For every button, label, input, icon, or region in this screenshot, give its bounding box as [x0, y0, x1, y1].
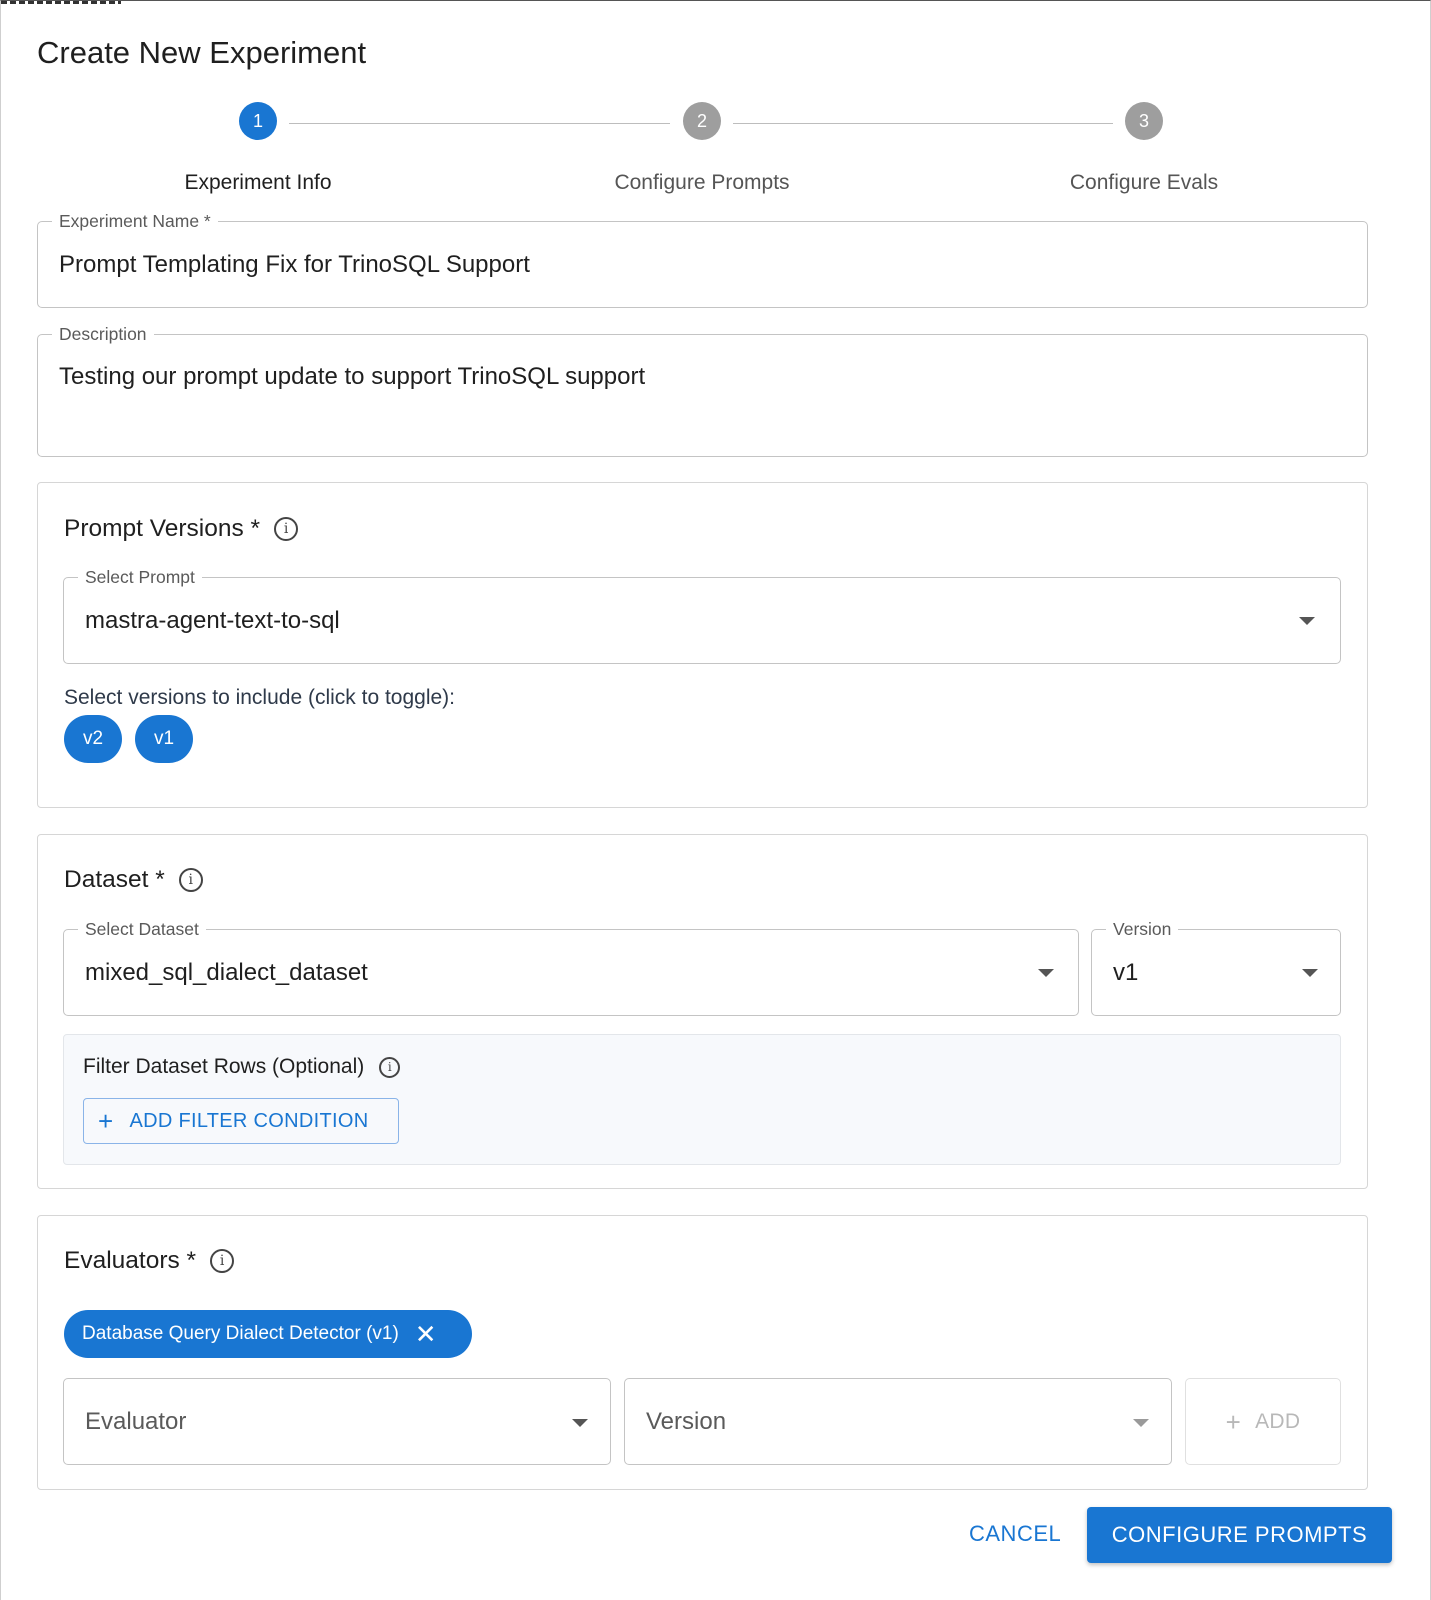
- description-value: Testing our prompt update to support Tri…: [59, 363, 646, 390]
- chevron-down-icon: [1133, 1419, 1149, 1427]
- selected-dataset-value: mixed_sql_dialect_dataset: [85, 959, 368, 986]
- dialog-title: Create New Experiment: [37, 35, 367, 70]
- version-chip-v2[interactable]: v2: [64, 715, 122, 763]
- step-3-label: Configure Evals: [1069, 171, 1219, 194]
- evaluator-version-placeholder: Version: [646, 1408, 727, 1435]
- select-prompt-dropdown[interactable]: Select Prompt mastra-agent-text-to-sql: [63, 566, 1341, 664]
- description-field[interactable]: Description Testing our prompt update to…: [37, 323, 1368, 457]
- evaluator-version-dropdown[interactable]: Version: [624, 1378, 1172, 1465]
- step-2-label: Configure Prompts: [614, 171, 790, 194]
- evaluators-section: Evaluators * i Database Query Dialect De…: [37, 1215, 1368, 1490]
- filter-title-text: Filter Dataset Rows (Optional): [83, 1055, 365, 1078]
- step-connector-1: [289, 123, 670, 124]
- plus-icon: +: [1225, 1406, 1242, 1437]
- dataset-section: Dataset * i Select Dataset mixed_sql_dia…: [37, 834, 1368, 1189]
- evaluators-title: Evaluators * i: [64, 1247, 235, 1275]
- add-evaluator-label: ADD: [1255, 1409, 1301, 1433]
- chevron-down-icon: [1302, 969, 1318, 977]
- dataset-title-text: Dataset *: [64, 866, 165, 893]
- step-connector-2: [733, 123, 1113, 124]
- selected-prompt-value: mastra-agent-text-to-sql: [85, 607, 340, 634]
- info-icon[interactable]: i: [178, 868, 203, 892]
- configure-prompts-button[interactable]: CONFIGURE PROMPTS: [1087, 1507, 1392, 1563]
- evaluator-dropdown[interactable]: Evaluator: [63, 1378, 611, 1465]
- plus-icon: +: [98, 1106, 114, 1136]
- step-2-circle[interactable]: 2: [683, 102, 721, 140]
- prompt-versions-title: Prompt Versions * i: [64, 515, 299, 543]
- prompt-versions-section: Prompt Versions * i Select Prompt mastra…: [37, 482, 1368, 808]
- versions-helper-text: Select versions to include (click to tog…: [64, 686, 456, 709]
- dataset-title: Dataset * i: [64, 866, 203, 894]
- add-filter-condition-button[interactable]: + ADD FILTER CONDITION: [83, 1098, 399, 1144]
- dataset-version-label: Version: [1106, 918, 1179, 940]
- version-chip-v1[interactable]: v1: [135, 715, 193, 763]
- info-icon[interactable]: i: [379, 1056, 401, 1078]
- step-1-circle[interactable]: 1: [239, 102, 277, 140]
- chevron-down-icon: [1299, 617, 1315, 625]
- description-label: Description: [52, 323, 154, 345]
- step-1-label: Experiment Info: [184, 171, 332, 194]
- close-icon[interactable]: ✕: [415, 1321, 437, 1347]
- select-prompt-label: Select Prompt: [78, 566, 202, 588]
- evaluator-placeholder: Evaluator: [85, 1408, 187, 1435]
- select-dataset-label: Select Dataset: [78, 918, 206, 940]
- prompt-versions-title-text: Prompt Versions *: [64, 515, 261, 542]
- chevron-down-icon: [1038, 969, 1054, 977]
- experiment-name-field[interactable]: Experiment Name * Prompt Templating Fix …: [37, 210, 1368, 308]
- evaluators-title-text: Evaluators *: [64, 1247, 197, 1274]
- experiment-name-label: Experiment Name *: [52, 210, 218, 232]
- info-icon[interactable]: i: [274, 517, 299, 541]
- filter-rows-panel: Filter Dataset Rows (Optional) i + ADD F…: [63, 1034, 1341, 1165]
- dialog-top-edge: [1, 1, 121, 4]
- add-evaluator-button[interactable]: + ADD: [1185, 1378, 1341, 1465]
- add-filter-label: ADD FILTER CONDITION: [129, 1109, 369, 1132]
- cancel-button[interactable]: CANCEL: [969, 1521, 1061, 1547]
- evaluator-chip[interactable]: Database Query Dialect Detector (v1) ✕: [64, 1310, 472, 1358]
- step-3-circle[interactable]: 3: [1125, 102, 1163, 140]
- chevron-down-icon: [572, 1419, 588, 1427]
- evaluator-chip-label: Database Query Dialect Detector (v1): [82, 1323, 399, 1344]
- dataset-version-value: v1: [1113, 959, 1139, 986]
- experiment-name-value: Prompt Templating Fix for TrinoSQL Suppo…: [59, 251, 530, 278]
- info-icon[interactable]: i: [210, 1249, 235, 1273]
- dataset-version-dropdown[interactable]: Version v1: [1091, 918, 1341, 1016]
- select-dataset-dropdown[interactable]: Select Dataset mixed_sql_dialect_dataset: [63, 918, 1079, 1016]
- filter-title: Filter Dataset Rows (Optional) i: [83, 1055, 401, 1079]
- create-experiment-dialog: Create New Experiment 1 2 3 Experiment I…: [0, 0, 1431, 1600]
